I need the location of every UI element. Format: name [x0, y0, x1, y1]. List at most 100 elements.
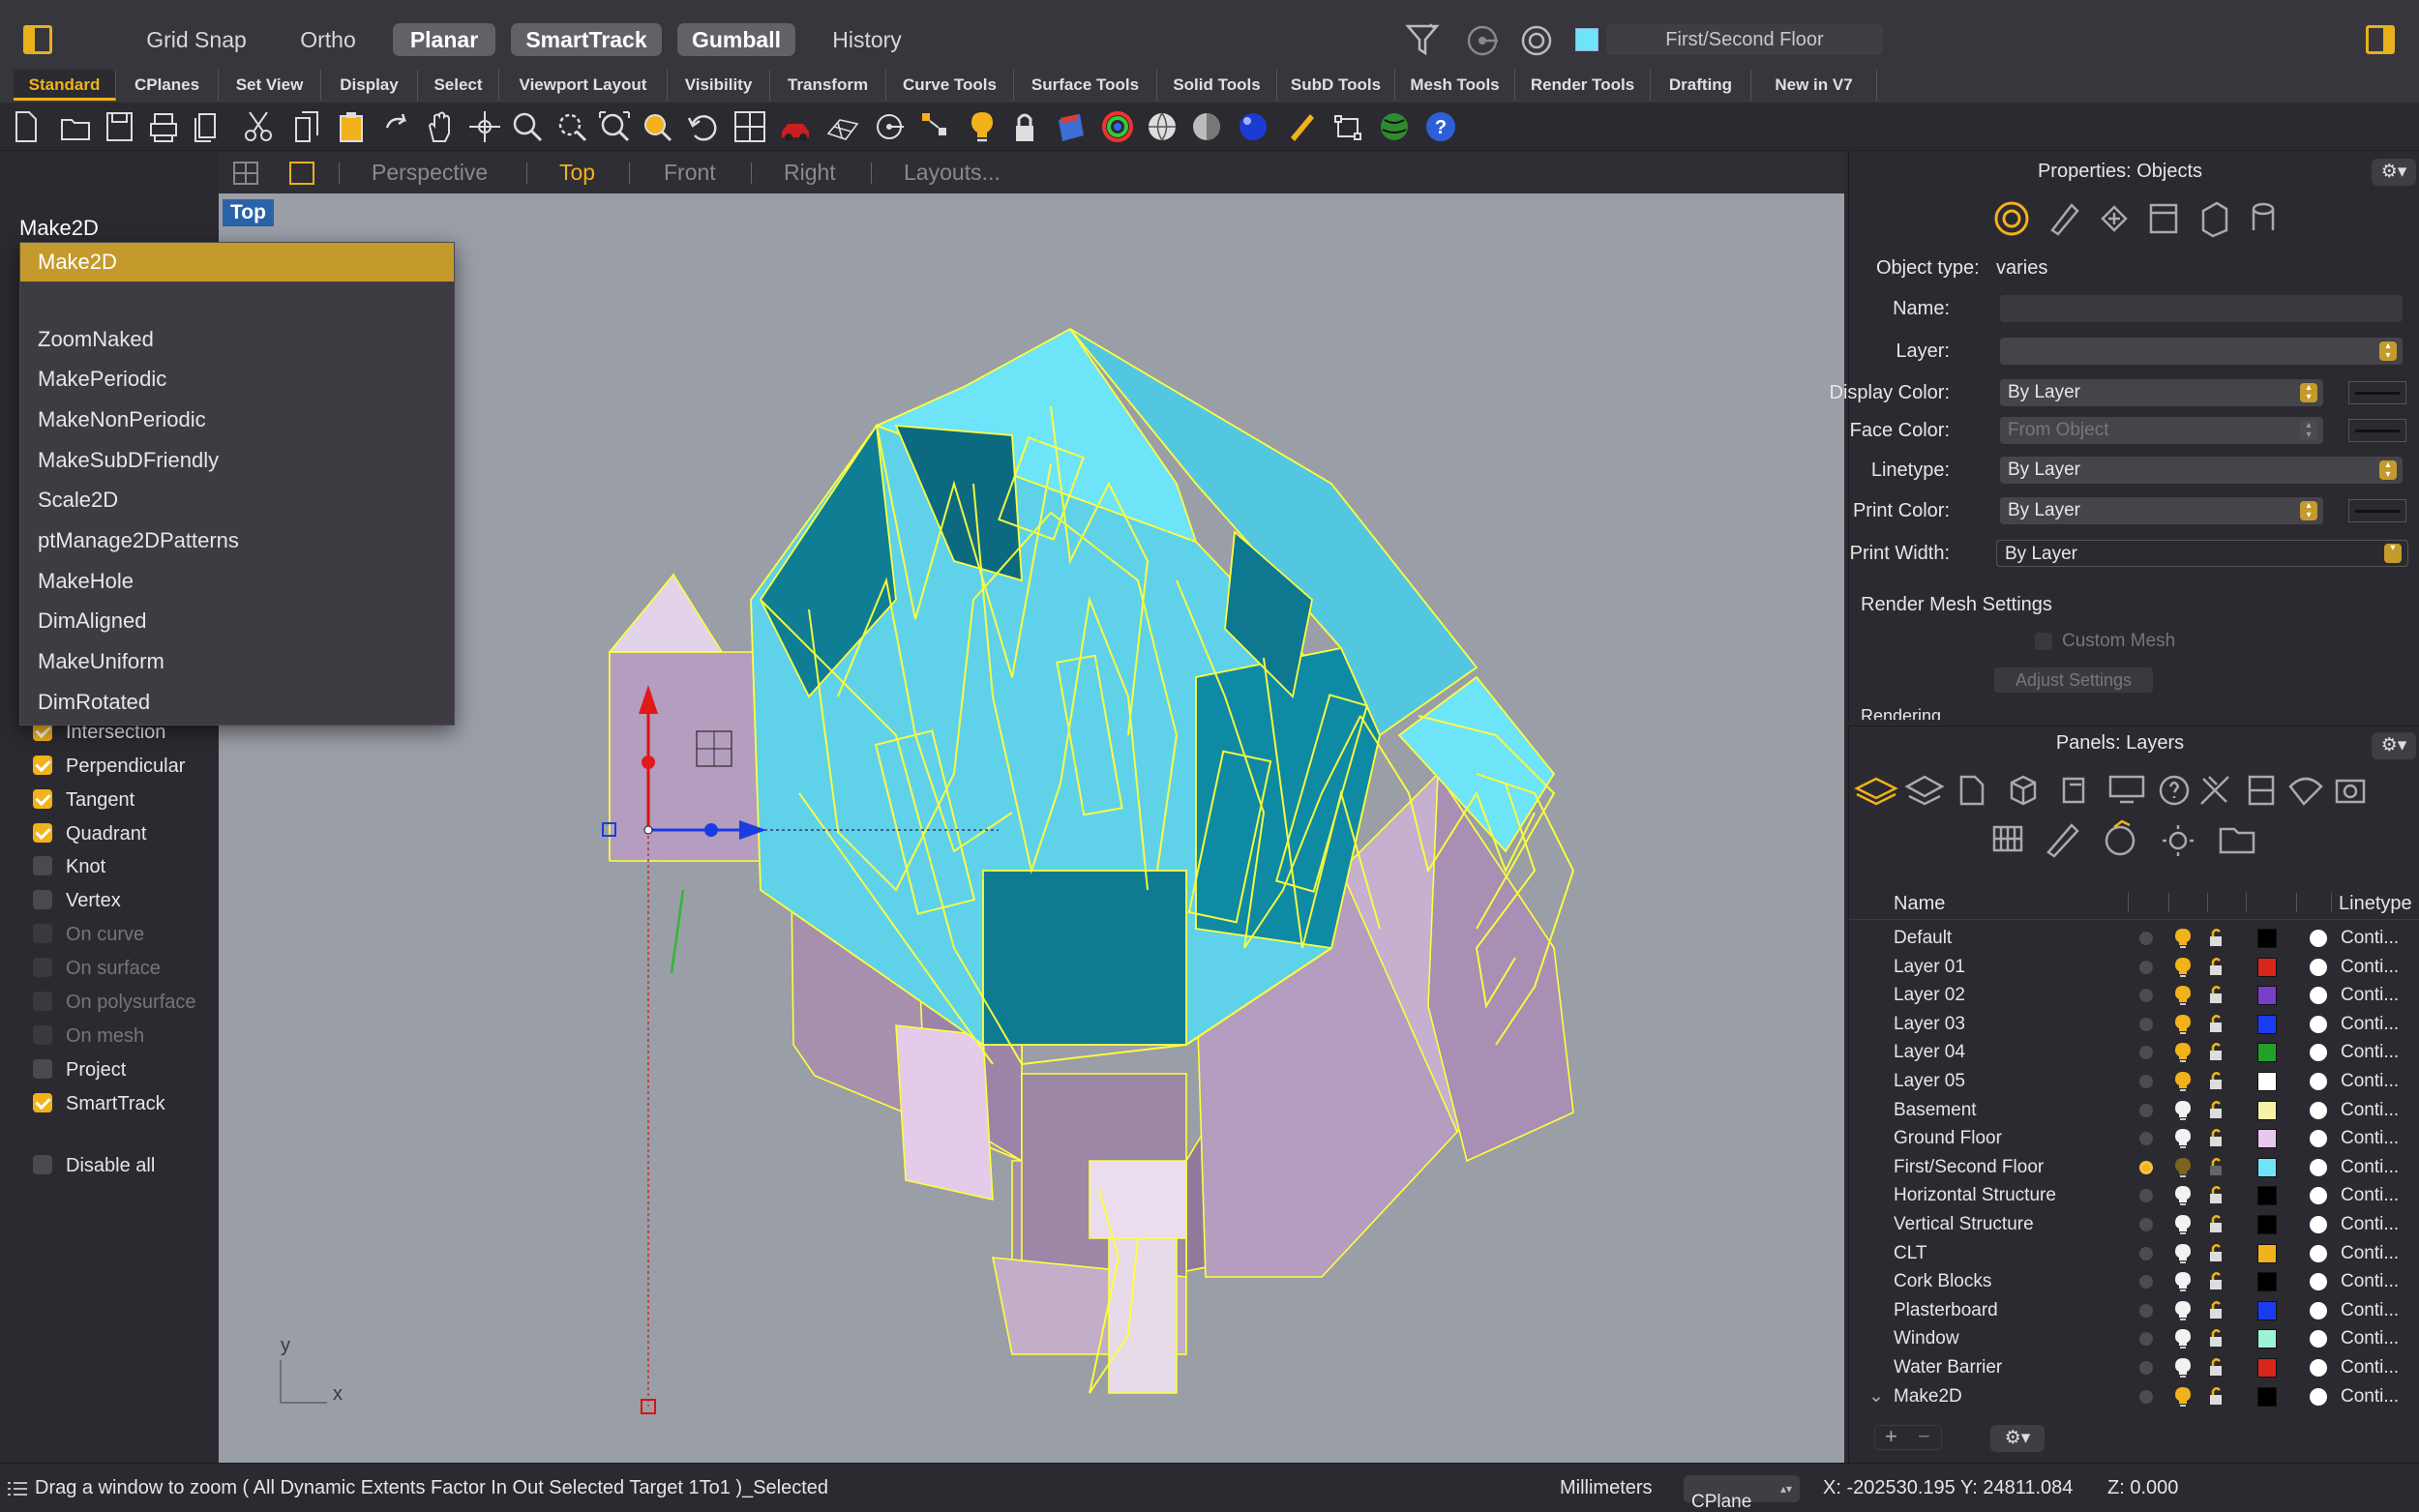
lock-icon[interactable]	[2207, 1184, 2226, 1205]
properties-gear-icon[interactable]: ⚙▾	[2372, 159, 2416, 186]
linetype-select[interactable]: By Layer ▴ ▾	[2000, 457, 2403, 484]
layer-name[interactable]: Layer 03	[1894, 1010, 1965, 1038]
osnap-on-polysurface[interactable]: On polysurface	[33, 988, 196, 1017]
osnap-tangent[interactable]: Tangent	[33, 786, 134, 815]
lock-icon[interactable]	[2207, 1270, 2226, 1291]
tab-top[interactable]: Top	[559, 157, 595, 188]
layer-linetype[interactable]: Conti...	[2341, 1038, 2399, 1066]
lock-icon[interactable]	[2207, 1327, 2226, 1349]
planar-toggle[interactable]: Planar	[393, 23, 495, 56]
layer-row[interactable]: Layer 03 Conti...	[1849, 1010, 2419, 1038]
layer-linetype[interactable]: Conti...	[2341, 1296, 2399, 1324]
current-layer-radio[interactable]	[2139, 1075, 2153, 1088]
render-icon[interactable]	[1235, 108, 1271, 145]
name-field[interactable]	[2000, 295, 2403, 322]
layer-name[interactable]: Default	[1894, 924, 1952, 952]
layer-row[interactable]: Window Conti...	[1849, 1324, 2419, 1352]
current-layer-radio[interactable]	[2139, 1103, 2153, 1117]
checkbox[interactable]	[33, 992, 52, 1012]
layer-color-swatch[interactable]	[2257, 1186, 2277, 1206]
autocomplete-item[interactable]: MakeUniform	[20, 642, 454, 681]
osnap-knot[interactable]: Knot	[33, 852, 105, 881]
zoom-extents-icon[interactable]	[596, 108, 633, 145]
tab-curve-tools[interactable]: Curve Tools	[886, 70, 1014, 101]
print-color-select[interactable]: By Layer ▴ ▾	[2000, 497, 2323, 524]
layer-color-swatch[interactable]	[2257, 1272, 2277, 1292]
current-layer-radio[interactable]	[2139, 1389, 2153, 1404]
face-color-swatch[interactable]	[2348, 419, 2406, 442]
chevron-down-icon[interactable]: ⌄	[1868, 1382, 1884, 1410]
remove-layer-icon[interactable]: −	[1918, 1424, 1930, 1449]
right-sidebar-toggle-icon[interactable]	[2366, 25, 2395, 54]
layer-linetype[interactable]: Conti...	[2341, 953, 2399, 981]
zoom-icon[interactable]	[509, 108, 546, 145]
visibility-bulb-icon[interactable]	[2173, 1271, 2193, 1292]
layer-linetype[interactable]: Conti...	[2341, 1096, 2399, 1124]
material-icon[interactable]	[2310, 1073, 2327, 1090]
visibility-bulb-icon[interactable]	[2173, 1214, 2193, 1235]
layer-color-swatch[interactable]	[2257, 1386, 2277, 1407]
zoom-window-icon[interactable]	[553, 108, 590, 145]
material-icon[interactable]	[2310, 987, 2327, 1005]
layer-linetype[interactable]: Conti...	[2341, 1382, 2399, 1410]
visibility-bulb-icon[interactable]	[2173, 1014, 2193, 1035]
print-color-swatch[interactable]	[2348, 499, 2406, 522]
save-icon[interactable]	[103, 108, 139, 145]
tab-front[interactable]: Front	[664, 157, 716, 188]
layer-row[interactable]: ⌄ Make2D Conti...	[1849, 1382, 2419, 1410]
face-color-select[interactable]: From Object ▴ ▾	[2000, 417, 2323, 444]
autocomplete-item[interactable]: DimAligned	[20, 602, 454, 640]
lock-icon[interactable]	[2207, 984, 2226, 1005]
open-file-icon[interactable]	[58, 108, 95, 145]
layer-icon[interactable]	[1053, 108, 1090, 145]
layer-name[interactable]: Water Barrier	[1894, 1353, 2002, 1381]
material-icon[interactable]	[2310, 1330, 2327, 1349]
layer-name[interactable]: Layer 04	[1894, 1038, 1965, 1066]
current-layer-radio[interactable]	[2139, 1218, 2153, 1231]
tab-mesh-tools[interactable]: Mesh Tools	[1395, 70, 1515, 101]
layer-color-swatch[interactable]	[2257, 1014, 2277, 1034]
checkbox[interactable]	[33, 958, 52, 978]
current-layer-radio[interactable]	[2139, 1275, 2153, 1290]
current-layer-radio[interactable]	[2139, 1046, 2153, 1060]
osnap-vertex[interactable]: Vertex	[33, 886, 121, 915]
layer-name[interactable]: Basement	[1894, 1096, 1977, 1124]
layer-name[interactable]: Layer 05	[1894, 1067, 1965, 1095]
tab-viewport-layout[interactable]: Viewport Layout	[499, 70, 668, 101]
layer-row[interactable]: Default Conti...	[1849, 924, 2419, 952]
layer-row[interactable]: Plasterboard Conti...	[1849, 1296, 2419, 1324]
select-points-icon[interactable]	[917, 108, 954, 145]
display-color-select[interactable]: By Layer ▴ ▾	[2000, 379, 2323, 406]
layer-color-swatch[interactable]	[2257, 1243, 2277, 1263]
tab-solid-tools[interactable]: Solid Tools	[1157, 70, 1277, 101]
layer-name[interactable]: Horizontal Structure	[1894, 1181, 2056, 1209]
cplane-select[interactable]: CPlane ▴▾	[1684, 1475, 1800, 1512]
autocomplete-item[interactable]: ZoomNaked	[20, 320, 454, 359]
tab-set-view[interactable]: Set View	[219, 70, 321, 101]
copy-to-clipboard-icon[interactable]	[190, 108, 226, 145]
current-layer-radio[interactable]	[2139, 1361, 2153, 1375]
material-icon[interactable]	[2310, 1387, 2327, 1406]
material-icon[interactable]	[2310, 1044, 2327, 1062]
material-icon[interactable]	[2310, 1216, 2327, 1233]
visibility-bulb-icon[interactable]	[2173, 985, 2193, 1006]
lock-icon[interactable]	[2207, 1127, 2226, 1148]
visibility-bulb-icon[interactable]	[2173, 1185, 2193, 1206]
linetype-column-header[interactable]: Linetype	[2339, 893, 2412, 915]
layers-gear-icon[interactable]: ⚙▾	[2372, 732, 2416, 759]
checkbox[interactable]	[33, 890, 52, 910]
layer-name[interactable]: Ground Floor	[1894, 1124, 2002, 1152]
smarttrack-toggle[interactable]: SmartTrack	[511, 23, 662, 56]
visibility-bulb-icon[interactable]	[2173, 1300, 2193, 1321]
layer-linetype[interactable]: Conti...	[2341, 981, 2399, 1009]
material-icon[interactable]	[2310, 958, 2327, 976]
layer-linetype[interactable]: Conti...	[2341, 1239, 2399, 1267]
visibility-bulb-icon[interactable]	[2173, 1386, 2193, 1408]
layer-row[interactable]: Water Barrier Conti...	[1849, 1353, 2419, 1381]
ortho-toggle[interactable]: Ortho	[283, 23, 373, 56]
rotate-view-icon[interactable]	[466, 108, 503, 145]
osnap-on-surface[interactable]: On surface	[33, 954, 161, 983]
checkbox[interactable]	[33, 789, 52, 810]
pencil-icon[interactable]	[1283, 108, 1320, 145]
lock-icon[interactable]	[2207, 1041, 2226, 1062]
